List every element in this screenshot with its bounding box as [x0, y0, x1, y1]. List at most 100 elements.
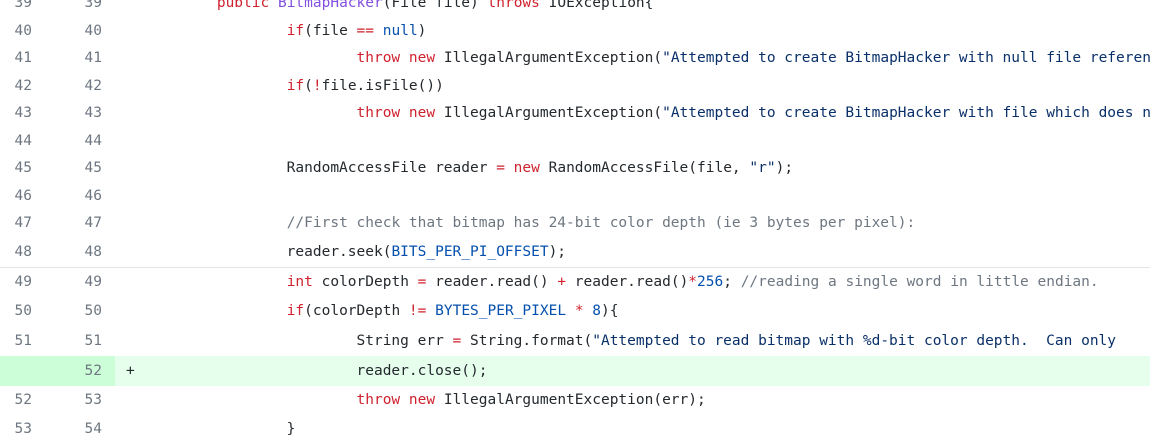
code-token: );: [775, 160, 794, 176]
code-token: RandomAccessFile(file,: [539, 160, 750, 176]
code-token: RandomAccessFile reader: [147, 160, 497, 176]
diff-line: 44 44: [0, 127, 1150, 155]
code-token: //First check that bitmap has 24-bit col…: [286, 215, 916, 231]
code-token: ): [417, 23, 427, 39]
code-token: );: [548, 244, 567, 260]
old-line-number[interactable]: 40: [0, 17, 32, 45]
code-token: if: [286, 23, 305, 39]
diff-line: 49 49 int colorDepth = reader.read() + re…: [0, 267, 1150, 297]
new-line-number[interactable]: 43: [32, 100, 102, 127]
diff-line-added: 52 + reader.close();: [0, 356, 1150, 386]
old-line-number[interactable]: 42: [0, 72, 32, 100]
code-token: "Attempted to read bitmap with %d-bit co…: [592, 333, 1117, 349]
new-line-number[interactable]: 54: [32, 414, 102, 435]
line-number-gutter: 41 41: [0, 45, 115, 72]
old-line-number[interactable]: [0, 356, 32, 386]
code-token: *: [688, 274, 698, 290]
new-line-number[interactable]: 46: [32, 182, 102, 210]
code-token: !=: [408, 303, 427, 319]
new-line-number[interactable]: 39: [32, 0, 102, 17]
code-token: ;: [723, 274, 741, 290]
old-line-number[interactable]: 45: [0, 155, 32, 182]
new-line-number[interactable]: 51: [32, 326, 102, 356]
code-token: "Attempted to create BitmapHacker with n…: [662, 50, 1150, 66]
code-token: !: [312, 78, 322, 94]
code-line: if(file == null): [147, 17, 427, 45]
old-line-number[interactable]: 53: [0, 414, 32, 435]
code-token: (colorDepth: [304, 303, 409, 319]
new-line-number[interactable]: 45: [32, 155, 102, 182]
old-line-number[interactable]: 52: [0, 386, 32, 414]
code-token: IllegalArgumentException(: [435, 105, 663, 121]
diff-line: 42 42 if(!file.isFile()): [0, 72, 1150, 100]
new-line-number[interactable]: 50: [32, 296, 102, 326]
old-line-number[interactable]: 39: [0, 0, 32, 17]
line-number-gutter: 48 48: [0, 237, 115, 267]
code-line: if(!file.isFile()): [147, 72, 444, 100]
line-number-gutter: 50 50: [0, 296, 115, 326]
old-line-number[interactable]: 44: [0, 127, 32, 155]
code-token: ==: [356, 23, 375, 39]
new-line-number[interactable]: 40: [32, 17, 102, 45]
code-token: *: [574, 303, 584, 319]
code-token: =: [496, 160, 505, 176]
old-line-number[interactable]: 50: [0, 296, 32, 326]
old-line-number[interactable]: 43: [0, 100, 32, 127]
diff-view: 39 39 public BitmapHacker(File file) thro…: [0, 0, 1150, 435]
code-token: 256: [697, 274, 724, 290]
new-line-number[interactable]: 53: [32, 386, 102, 414]
old-line-number[interactable]: 49: [0, 268, 32, 297]
code-token: BYTES_PER_PIXEL: [435, 303, 567, 319]
old-line-number[interactable]: 51: [0, 326, 32, 356]
new-line-number[interactable]: 42: [32, 72, 102, 100]
old-line-number[interactable]: 48: [0, 237, 32, 267]
new-line-number[interactable]: 41: [32, 45, 102, 72]
new-line-number[interactable]: 48: [32, 237, 102, 267]
code-token: new: [513, 160, 540, 176]
new-line-number[interactable]: 44: [32, 127, 102, 155]
line-number-gutter: 39 39: [0, 0, 115, 17]
old-line-number[interactable]: 41: [0, 45, 32, 72]
code-token: String.format(: [461, 333, 593, 349]
code-token: null: [382, 23, 418, 39]
old-line-number[interactable]: 47: [0, 210, 32, 237]
code-token: 8: [592, 303, 602, 319]
diff-line: 45 45 RandomAccessFile reader = new Rando…: [0, 155, 1150, 182]
code-token: String err: [147, 333, 453, 349]
code-token: file.isFile()): [321, 78, 444, 94]
code-token: IllegalArgumentException(: [435, 50, 663, 66]
new-line-number[interactable]: 49: [32, 268, 102, 297]
code-token: new: [408, 392, 436, 408]
line-number-gutter: 45 45: [0, 155, 115, 182]
new-line-number[interactable]: 47: [32, 210, 102, 237]
line-number-gutter: 52 53: [0, 386, 115, 414]
code-token: if: [286, 303, 305, 319]
line-number-gutter: 40 40: [0, 17, 115, 45]
code-line: int colorDepth = reader.read() + reader.…: [147, 268, 1099, 297]
code-token: colorDepth: [312, 274, 418, 290]
code-line: if(colorDepth != BYTES_PER_PIXEL * 8){: [147, 296, 619, 326]
code-line: throw new IllegalArgumentException("Atte…: [147, 100, 1150, 127]
code-line: throw new IllegalArgumentException("Atte…: [147, 45, 1150, 72]
diff-line: 46 46: [0, 182, 1150, 210]
old-line-number[interactable]: 46: [0, 182, 32, 210]
diff-line: 40 40 if(file == null): [0, 17, 1150, 45]
diff-line: 50 50 if(colorDepth != BYTES_PER_PIXEL * …: [0, 296, 1150, 326]
new-line-number[interactable]: 52: [32, 356, 102, 386]
diff-line: 48 48 reader.seek(BITS_PER_PI_OFFSET);: [0, 237, 1150, 267]
code-token: IOException{: [539, 0, 654, 11]
code-token: =: [452, 333, 462, 349]
code-line: reader.close();: [147, 356, 488, 386]
code-token: reader.seek(: [147, 244, 392, 260]
code-line: }: [147, 414, 296, 435]
